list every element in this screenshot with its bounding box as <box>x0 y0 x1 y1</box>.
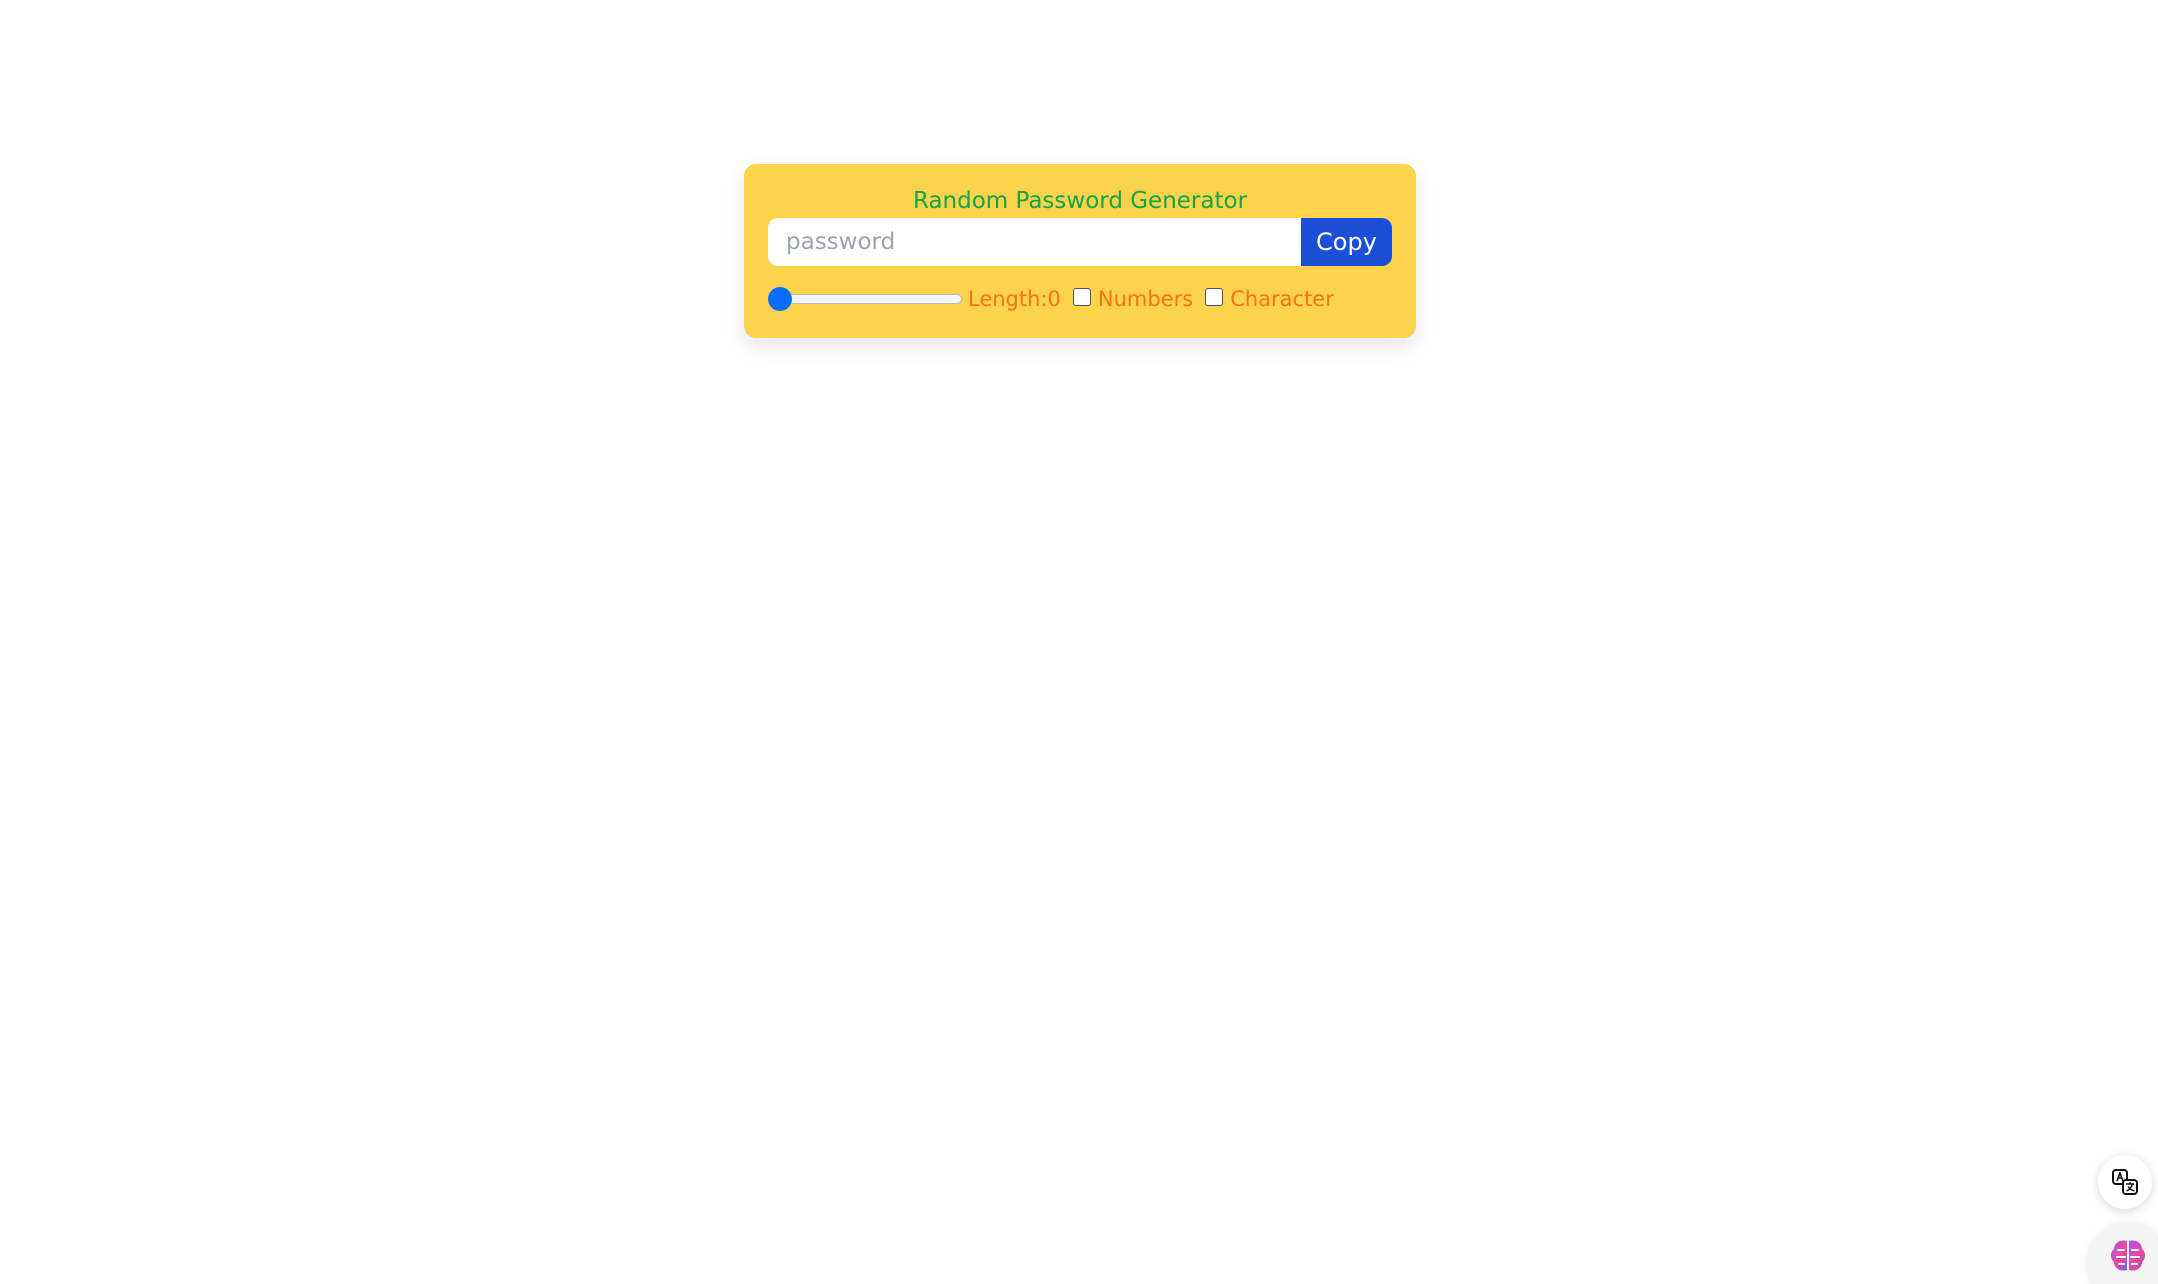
password-generator-card: Random Password Generator Copy Length:0 … <box>744 164 1416 338</box>
password-input[interactable] <box>768 218 1301 266</box>
numbers-label[interactable]: Numbers <box>1098 287 1193 311</box>
numbers-checkbox[interactable] <box>1072 288 1091 306</box>
assistant-button[interactable] <box>2088 1222 2158 1284</box>
brain-icon <box>2111 1240 2145 1271</box>
page: Random Password Generator Copy Length:0 … <box>0 0 2158 1284</box>
slider-thumb[interactable] <box>768 287 792 311</box>
length-label: Length:0 <box>968 287 1061 311</box>
options-row: Length:0 Numbers Character <box>768 284 1346 314</box>
slider-track <box>772 294 962 304</box>
character-checkbox[interactable] <box>1205 288 1224 306</box>
page-title: Random Password Generator <box>912 188 1248 214</box>
translate-icon <box>2112 1169 2138 1195</box>
character-label[interactable]: Character <box>1230 287 1334 311</box>
translate-button[interactable] <box>2098 1155 2152 1209</box>
length-slider[interactable] <box>768 286 962 312</box>
password-row: Copy <box>768 218 1392 266</box>
copy-button[interactable]: Copy <box>1301 218 1392 266</box>
